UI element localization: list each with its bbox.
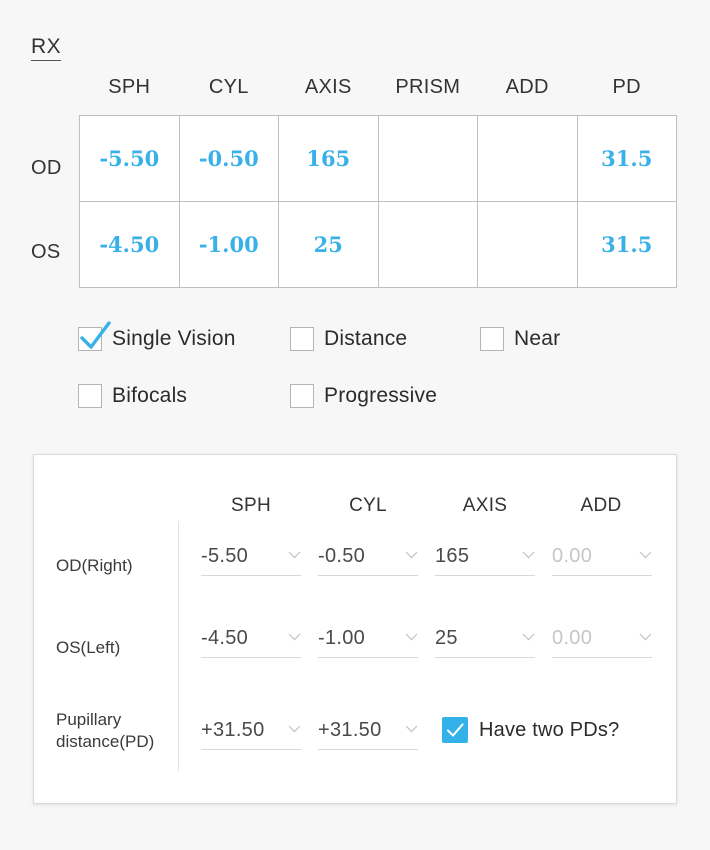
chevron-down-icon xyxy=(405,633,418,641)
rx-cell-os-add xyxy=(477,201,578,288)
select-value-os-axis: 25 xyxy=(435,627,458,649)
select-od-add[interactable]: 0.00 xyxy=(552,545,652,576)
select-value-os-sph: -4.50 xyxy=(201,627,249,649)
checkbox-bifocals[interactable]: Bifocals xyxy=(78,384,187,408)
checkbox-label-distance: Distance xyxy=(324,327,408,350)
select-value-os-add: 0.00 xyxy=(552,627,593,649)
check-icon xyxy=(80,321,111,349)
form-row-label-pd-line2: distance(PD) xyxy=(56,732,155,751)
rx-table: SPH CYL AXIS PRISM ADD PD -5.50 -0.50 16… xyxy=(79,76,677,288)
chevron-down-icon xyxy=(522,551,535,559)
checkbox-label-progressive: Progressive xyxy=(324,384,438,407)
form-column-header-sph: SPH xyxy=(231,495,271,516)
checkbox-box-single-vision[interactable] xyxy=(78,321,111,351)
rx-cell-os-sph: -4.50 xyxy=(79,201,180,288)
rx-cell-os-cyl: -1.00 xyxy=(178,201,279,288)
prescription-form-panel: SPH CYL AXIS ADD OD(Right) -5.50 -0.50 1… xyxy=(33,454,677,804)
select-os-axis[interactable]: 25 xyxy=(435,627,535,658)
checkbox-single-vision[interactable]: Single Vision xyxy=(78,321,236,351)
select-value-od-add: 0.00 xyxy=(552,545,593,567)
checkbox-have-two-pds[interactable]: Have two PDs? xyxy=(442,717,619,743)
select-value-pd-right: +31.50 xyxy=(201,719,265,741)
chevron-down-icon xyxy=(522,633,535,641)
table-row: -5.50 -0.50 165 31.5 xyxy=(79,115,677,202)
rx-column-header-sph: SPH xyxy=(108,76,151,98)
chevron-down-icon xyxy=(639,633,652,641)
rx-column-header-prism: PRISM xyxy=(395,76,461,98)
checkbox-label-have-two-pds: Have two PDs? xyxy=(479,718,620,741)
select-pd-left[interactable]: +31.50 xyxy=(318,719,418,750)
checkbox-label-near: Near xyxy=(514,327,561,350)
chevron-down-icon xyxy=(639,551,652,559)
rx-cell-od-add xyxy=(477,115,578,202)
select-value-pd-left: +31.50 xyxy=(318,719,382,741)
checkbox-box-progressive[interactable] xyxy=(290,384,314,408)
form-column-headers: SPH CYL AXIS ADD xyxy=(34,495,678,525)
chevron-down-icon xyxy=(288,633,301,641)
rx-column-header-cyl: CYL xyxy=(208,76,249,98)
form-row-pupillary-distance: Pupillary distance(PD) +31.50 +31.50 Hav… xyxy=(34,709,678,779)
select-od-axis[interactable]: 165 xyxy=(435,545,535,576)
lens-type-row-2: Bifocals Progressive xyxy=(0,379,710,436)
select-pd-right[interactable]: +31.50 xyxy=(201,719,301,750)
checkbox-near[interactable]: Near xyxy=(480,327,560,351)
form-row-label-os: OS(Left) xyxy=(56,638,121,657)
rx-cell-od-axis: 165 xyxy=(278,115,379,202)
checkbox-label-bifocals: Bifocals xyxy=(112,384,188,407)
checkbox-box-distance[interactable] xyxy=(290,327,314,351)
form-row-label-pd-line1: Pupillary xyxy=(56,710,122,729)
checkbox-box-bifocals[interactable] xyxy=(78,384,102,408)
form-row-os-left: OS(Left) -4.50 -1.00 25 0.00 xyxy=(34,627,678,697)
form-column-header-cyl: CYL xyxy=(349,495,387,516)
rx-cell-os-pd: 31.5 xyxy=(576,201,677,288)
rx-cell-od-cyl: -0.50 xyxy=(178,115,279,202)
rx-cell-os-axis: 25 xyxy=(278,201,379,288)
select-os-sph[interactable]: -4.50 xyxy=(201,627,301,658)
rx-table-header-row: SPH CYL AXIS PRISM ADD PD xyxy=(80,76,677,116)
checkbox-progressive[interactable]: Progressive xyxy=(290,384,437,408)
form-row-od-right: OD(Right) -5.50 -0.50 165 0.00 xyxy=(34,545,678,615)
select-os-add[interactable]: 0.00 xyxy=(552,627,652,658)
rx-cell-os-prism xyxy=(377,201,478,288)
checkbox-distance[interactable]: Distance xyxy=(290,327,407,351)
select-od-sph[interactable]: -5.50 xyxy=(201,545,301,576)
form-row-label-od: OD(Right) xyxy=(56,556,133,575)
checkbox-label-single-vision: Single Vision xyxy=(112,327,236,350)
rx-column-header-add: ADD xyxy=(505,76,549,98)
rx-column-header-axis: AXIS xyxy=(304,76,352,98)
select-value-od-cyl: -0.50 xyxy=(318,545,366,567)
lens-type-row-1: Single Vision Distance Near xyxy=(0,321,710,379)
chevron-down-icon xyxy=(288,551,301,559)
select-os-cyl[interactable]: -1.00 xyxy=(318,627,418,658)
table-row: -4.50 -1.00 25 31.5 xyxy=(79,201,677,288)
rx-column-header-pd: PD xyxy=(612,76,641,98)
chevron-down-icon xyxy=(405,551,418,559)
select-od-cyl[interactable]: -0.50 xyxy=(318,545,418,576)
rx-cell-od-pd: 31.5 xyxy=(576,115,677,202)
page-title: RX xyxy=(31,35,62,62)
select-value-os-cyl: -1.00 xyxy=(318,627,366,649)
form-column-header-axis: AXIS xyxy=(462,495,508,516)
form-column-header-add: ADD xyxy=(580,495,622,516)
rx-cell-od-sph: -5.50 xyxy=(79,115,180,202)
checkbox-box-near[interactable] xyxy=(480,327,504,351)
rx-cell-od-prism xyxy=(377,115,478,202)
lens-type-checkbox-group: Single Vision Distance Near Bifocals Pro… xyxy=(0,321,710,436)
rx-table-container: SPH CYL AXIS PRISM ADD PD -5.50 -0.50 16… xyxy=(0,76,710,288)
chevron-down-icon xyxy=(288,725,301,733)
checkbox-box-have-two-pds[interactable] xyxy=(442,717,468,743)
check-icon xyxy=(446,723,464,737)
select-value-od-axis: 165 xyxy=(435,545,470,567)
select-value-od-sph: -5.50 xyxy=(201,545,249,567)
chevron-down-icon xyxy=(405,725,418,733)
form-row-label-pd: Pupillary distance(PD) xyxy=(56,709,174,753)
